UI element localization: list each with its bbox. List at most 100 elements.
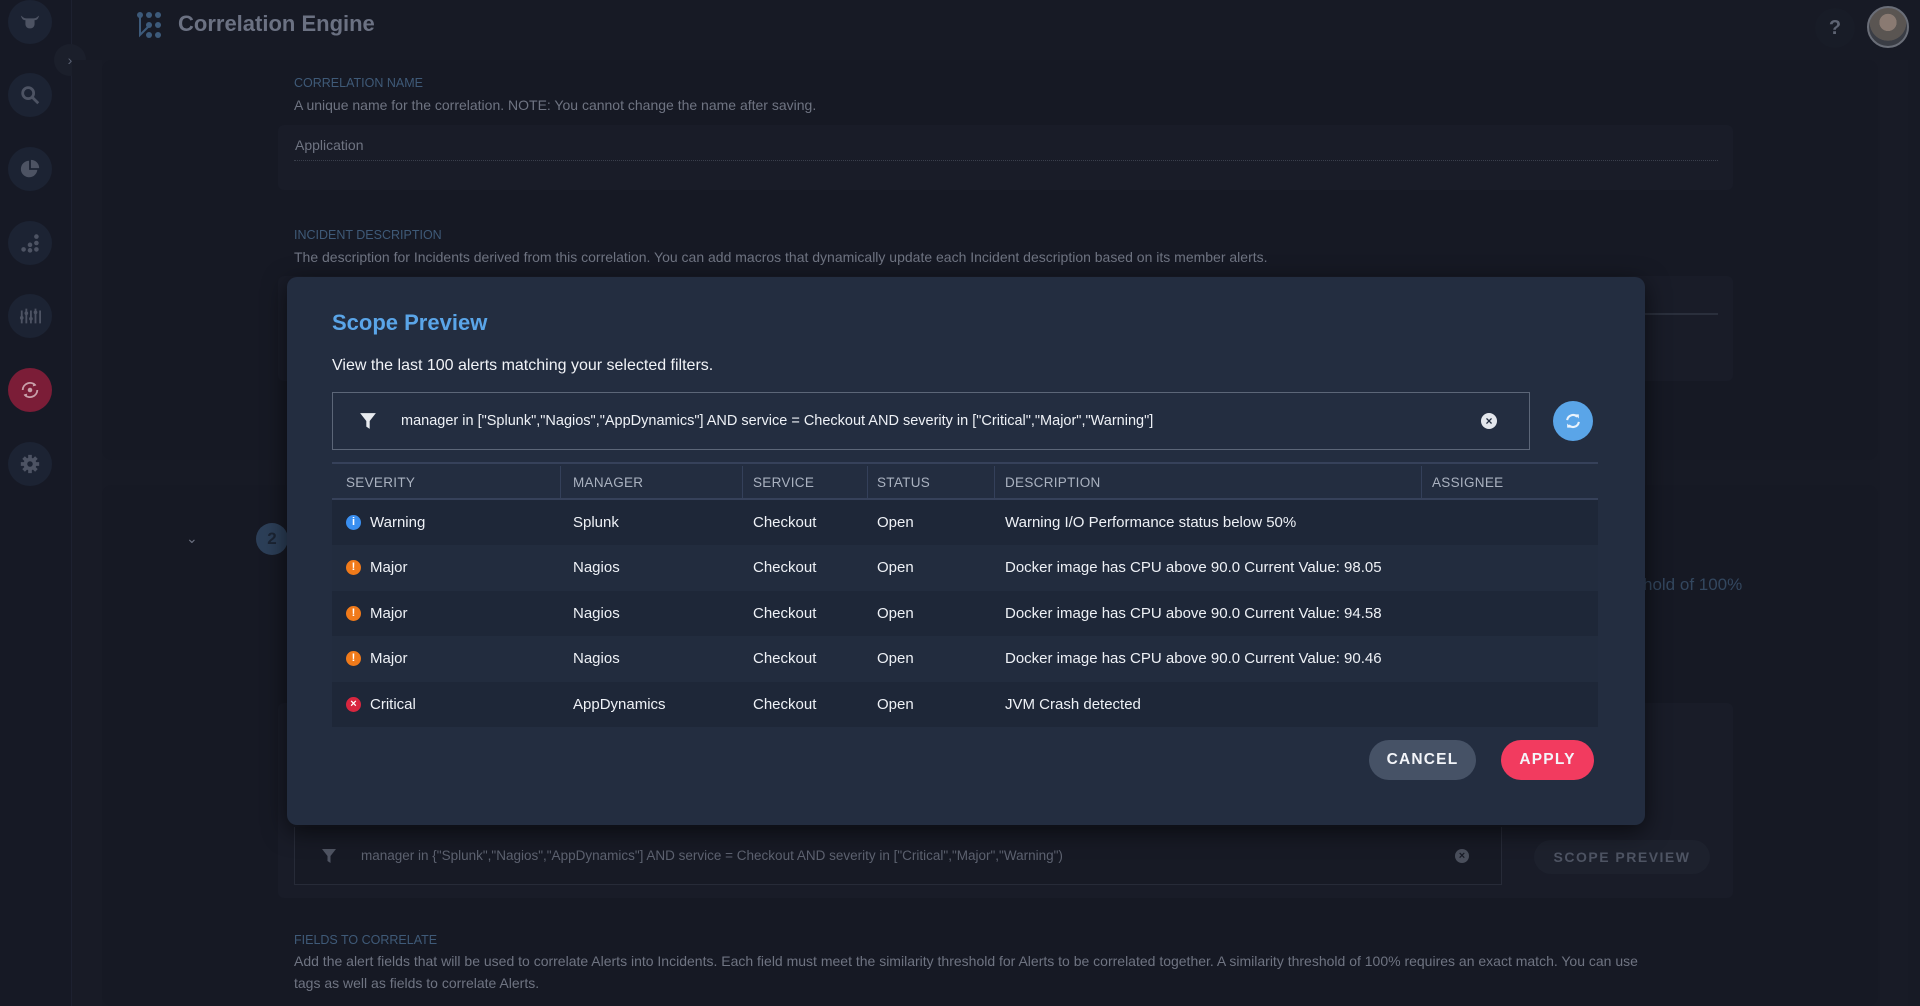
modal-title: Scope Preview [332,310,488,335]
search-icon [21,86,40,105]
column-divider [560,466,561,498]
table-row[interactable]: ! Major Nagios Checkout Open Docker image… [332,590,1598,637]
status-cell: Open [877,695,914,713]
status-cell: Open [877,650,914,668]
service-cell: Checkout [753,695,817,713]
info-icon: i [346,515,361,530]
sidebar-item-analytics[interactable] [8,221,52,265]
sidebar-item-settings-tuning[interactable] [8,294,52,338]
bar-chart-icon [21,234,39,253]
column-header-manager[interactable]: MANAGER [573,464,643,500]
manager-cell: Nagios [573,650,620,668]
pie-chart-icon [20,159,40,178]
clear-filter-icon[interactable]: × [1481,413,1497,429]
description-underline [1645,313,1718,315]
description-cell: JVM Crash detected [1005,695,1141,713]
description-cell: Docker image has CPU above 90.0 Current … [1005,559,1382,577]
fields-to-correlate-help-line2: tags as well as fields to correlate Aler… [294,975,540,991]
table-row[interactable]: × Critical AppDynamics Checkout Open JVM … [332,681,1598,727]
service-cell: Checkout [753,650,817,668]
status-cell: Open [877,604,914,622]
sidebar-rail [72,60,102,1006]
apply-button[interactable]: APPLY [1501,740,1594,780]
column-divider [1421,466,1422,498]
column-header-service[interactable]: SERVICE [753,464,814,500]
service-cell: Checkout [753,604,817,622]
severity-label: Major [370,559,408,577]
description-cell: Docker image has CPU above 90.0 Current … [1005,650,1382,668]
scope-preview-button[interactable]: SCOPE PREVIEW [1534,840,1710,874]
right-rail [1880,60,1908,1006]
user-avatar[interactable] [1867,6,1909,48]
gear-icon [20,454,40,474]
exclamation-icon: ! [346,560,361,576]
column-header-description[interactable]: DESCRIPTION [1005,464,1101,500]
exclamation-icon: ! [346,605,361,621]
correlation-name-label: CORRELATION NAME [294,76,423,90]
help-button[interactable]: ? [1815,8,1855,48]
severity-label: Critical [370,695,416,713]
description-cell: Docker image has CPU above 90.0 Current … [1005,604,1382,622]
exclamation-icon: ! [346,651,361,667]
severity-label: Major [370,604,408,622]
sliders-icon [19,308,41,324]
service-cell: Checkout [753,559,817,577]
column-header-assignee[interactable]: ASSIGNEE [1432,464,1503,500]
help-icon: ? [1828,16,1842,39]
correlation-engine-logo-icon [137,12,161,38]
correlation-name-field [278,125,1733,190]
severity-label: Major [370,650,408,668]
fields-to-correlate-help-line1: Add the alert fields that will be used t… [294,953,1638,969]
incident-description-label: INCIDENT DESCRIPTION [294,228,442,242]
modal-subtitle: View the last 100 alerts matching your s… [332,357,714,374]
filter-query-input[interactable]: manager in ["Splunk","Nagios","AppDynami… [332,392,1530,450]
sidebar-item-search[interactable] [8,73,52,117]
manager-cell: Nagios [573,604,620,622]
filter-icon [322,848,336,863]
refresh-icon [1566,414,1580,428]
sidebar [0,0,72,1006]
description-cell: Warning I/O Performance status below 50% [1005,514,1297,531]
cancel-button[interactable]: CANCEL [1369,740,1476,780]
status-cell: Open [877,559,914,577]
severity-cell: ! Major [346,636,408,681]
severity-cell: ! Major [346,545,408,590]
column-header-severity[interactable]: SEVERITY [346,464,415,500]
severity-cell: i Warning [346,500,425,545]
input-underline [294,160,1718,161]
refresh-button[interactable] [1553,401,1593,441]
fields-to-correlate-label: FIELDS TO CORRELATE [294,933,438,947]
table-row[interactable]: ! Major Nagios Checkout Open Docker image… [332,636,1598,682]
clear-filter-icon[interactable]: × [1455,848,1469,863]
chevron-down-icon[interactable]: ⌄ [186,530,198,547]
severity-label: Warning [370,514,426,531]
bull-logo-icon [20,15,40,29]
threshold-text: hold of 100% [1643,575,1743,594]
manager-cell: AppDynamics [573,695,666,713]
sidebar-logo[interactable] [8,0,52,44]
column-divider [742,466,743,498]
service-cell: Checkout [753,514,817,531]
table-row[interactable]: i Warning Splunk Checkout Open Warning I/… [332,500,1598,546]
page-title: Correlation Engine [178,11,375,36]
sidebar-item-correlation[interactable] [8,368,52,412]
status-cell: Open [877,514,914,531]
incident-description-help: The description for Incidents derived fr… [294,249,1268,265]
table-row[interactable]: ! Major Nagios Checkout Open Docker image… [332,545,1598,591]
critical-x-icon: × [346,696,361,712]
step-number-badge: 2 [256,523,288,555]
sidebar-item-dashboards[interactable] [8,147,52,191]
column-divider [994,466,995,498]
column-header-status[interactable]: STATUS [877,464,930,500]
table-header: SEVERITY MANAGER SERVICE STATUS DESCRIPT… [332,462,1598,500]
correlation-name-help: A unique name for the correlation. NOTE:… [294,97,817,113]
severity-cell: × Critical [346,682,416,727]
severity-cell: ! Major [346,591,408,636]
correlation-icon [21,382,39,398]
manager-cell: Splunk [573,514,619,531]
correlation-name-input[interactable]: Application [295,137,364,153]
sidebar-item-settings[interactable] [8,442,52,486]
background-filter-input[interactable]: manager in {"Splunk","Nagios","AppDynami… [294,827,1502,885]
column-divider [867,466,868,498]
filter-query-text: manager in ["Splunk","Nagios","AppDynami… [401,413,1154,429]
